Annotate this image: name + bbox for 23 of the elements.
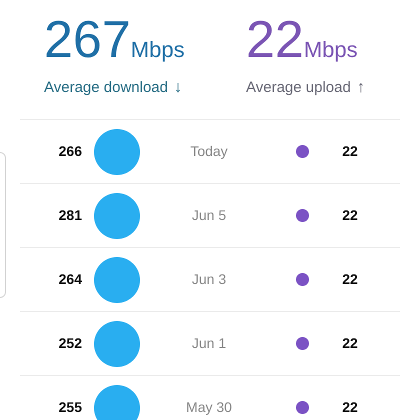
speed-value: 267 — [44, 10, 131, 70]
speed-unit: Mbps — [304, 36, 358, 64]
up-arrow-icon: ↑ — [356, 76, 365, 100]
download-value: 255 — [58, 398, 82, 417]
upload-value: 22 — [341, 334, 359, 353]
upload-value: 22 — [341, 270, 359, 289]
speed-unit: Mbps — [130, 36, 185, 64]
upload-value: 22 — [341, 206, 359, 225]
download-value: 281 — [58, 206, 82, 225]
download-value: 252 — [58, 334, 82, 353]
test-date: May 30 — [185, 398, 233, 417]
download-value: 266 — [58, 142, 82, 161]
download-value: 264 — [58, 270, 82, 289]
upload-value: 22 — [341, 398, 359, 417]
test-date: Today — [189, 142, 229, 161]
speed-label: Average upload — [246, 78, 351, 98]
test-date: Jun 3 — [190, 270, 228, 289]
speed-value: 22 — [246, 10, 304, 70]
speed-label: Average download — [44, 78, 168, 98]
test-date: Jun 5 — [190, 206, 228, 225]
upload-value: 22 — [341, 142, 359, 161]
down-arrow-icon: ↓ — [174, 76, 182, 100]
test-date: Jun 1 — [190, 334, 228, 353]
